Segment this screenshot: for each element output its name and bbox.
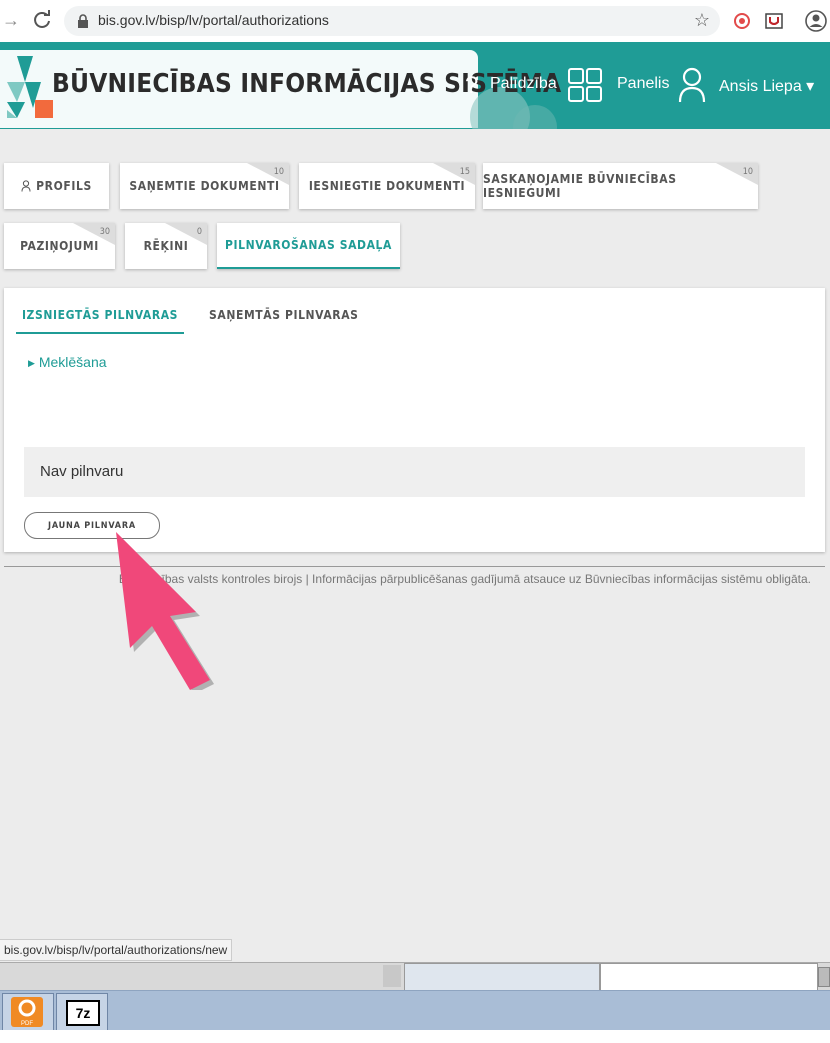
search-toggle-label: Meklēšana	[38, 354, 107, 370]
browser-toolbar: → bis.gov.lv/bisp/lv/portal/authorizatio…	[0, 0, 830, 43]
bis-logo-icon[interactable]	[5, 52, 55, 118]
pdf-caption: PDF	[21, 1021, 33, 1027]
browser-profile-icon[interactable]	[805, 10, 827, 32]
authorizations-panel: IZSNIEGTĀS PILNVARAS SAŅEMTĀS PILNVARAS …	[4, 288, 825, 552]
address-bar[interactable]: bis.gov.lv/bisp/lv/portal/authorizations…	[64, 6, 720, 36]
shield-extension-icon[interactable]	[765, 12, 783, 30]
forward-arrow-icon[interactable]: →	[2, 10, 22, 30]
7z-app-icon: 7z	[66, 1000, 100, 1026]
tab-label: PILNVAROŠANAS SADAĻA	[225, 238, 392, 252]
pointer-arrow-icon	[116, 532, 214, 690]
scroll-segment	[600, 963, 818, 991]
tab-rekini[interactable]: 0 RĒĶINI	[125, 223, 207, 269]
scroll-handle[interactable]	[818, 967, 830, 987]
horizontal-scrollbar[interactable]	[0, 962, 830, 991]
taskbar-7z-app[interactable]: 7z	[56, 993, 108, 1031]
tab-label: PROFILS	[36, 179, 92, 193]
user-small-icon	[21, 180, 31, 192]
dashboard-grid-icon[interactable]	[567, 67, 603, 103]
os-taskbar: PDF 7z	[0, 990, 830, 1031]
pdf-app-icon: PDF	[11, 997, 43, 1027]
lock-icon	[78, 14, 88, 28]
tab-profils[interactable]: PROFILS	[4, 163, 109, 209]
taskbar-pdf-app[interactable]: PDF	[2, 993, 54, 1031]
tab-iesniegtie-dokumenti[interactable]: 15 IESNIEGTIE DOKUMENTI	[299, 163, 475, 209]
empty-message: Nav pilnvaru	[40, 463, 124, 480]
status-bar-url: bis.gov.lv/bisp/lv/portal/authorizations…	[0, 939, 233, 961]
help-icon[interactable]: ?	[465, 72, 478, 100]
extension-icon[interactable]	[733, 12, 751, 30]
reload-icon[interactable]	[32, 10, 52, 30]
site-title[interactable]: BŪVNIECĪBAS INFORMĀCIJAS SISTĒMA	[52, 69, 561, 99]
user-menu[interactable]: Ansis Liepa ▾	[719, 76, 814, 96]
url-text[interactable]: bis.gov.lv/bisp/lv/portal/authorizations	[98, 12, 329, 28]
bookmark-star-icon[interactable]: ☆	[694, 10, 710, 31]
user-name[interactable]: Ansis Liepa	[719, 78, 802, 95]
empty-state: Nav pilnvaru	[24, 447, 805, 497]
chevron-down-icon[interactable]: ▾	[806, 78, 814, 95]
tab-badge: 10	[273, 167, 284, 177]
help-link[interactable]: Palīdzība	[490, 75, 557, 93]
search-toggle[interactable]: ▶ Meklēšana	[28, 354, 107, 370]
tab-pazinojumi[interactable]: 30 PAZIŅOJUMI	[4, 223, 115, 269]
tab-badge: 30	[99, 227, 110, 237]
tab-badge: 15	[459, 167, 470, 177]
tab-sanemtie-dokumenti[interactable]: 10 SAŅEMTIE DOKUMENTI	[120, 163, 289, 209]
site-header: BŪVNIECĪBAS INFORMĀCIJAS SISTĒMA ? Palīd…	[0, 42, 830, 129]
tab-badge: 0	[196, 227, 202, 237]
user-icon[interactable]	[678, 66, 706, 104]
tab-pilnvarosanas-sadala[interactable]: PILNVAROŠANAS SADAĻA	[217, 223, 400, 269]
panel-link[interactable]: Panelis	[617, 75, 669, 93]
subtab-issued-authorizations[interactable]: IZSNIEGTĀS PILNVARAS	[16, 308, 184, 334]
caret-right-icon: ▶	[28, 358, 35, 368]
tab-saskanojamie-iesniegumi[interactable]: 10 SASKAŅOJAMIE BŪVNIECĪBAS IESNIEGUMI	[483, 163, 758, 209]
scroll-segment	[383, 965, 401, 987]
subtab-received-authorizations[interactable]: SAŅEMTĀS PILNVARAS	[209, 308, 359, 322]
scroll-segment	[404, 963, 600, 991]
page-bottom-strip	[0, 1030, 830, 1043]
tab-badge: 10	[742, 167, 753, 177]
